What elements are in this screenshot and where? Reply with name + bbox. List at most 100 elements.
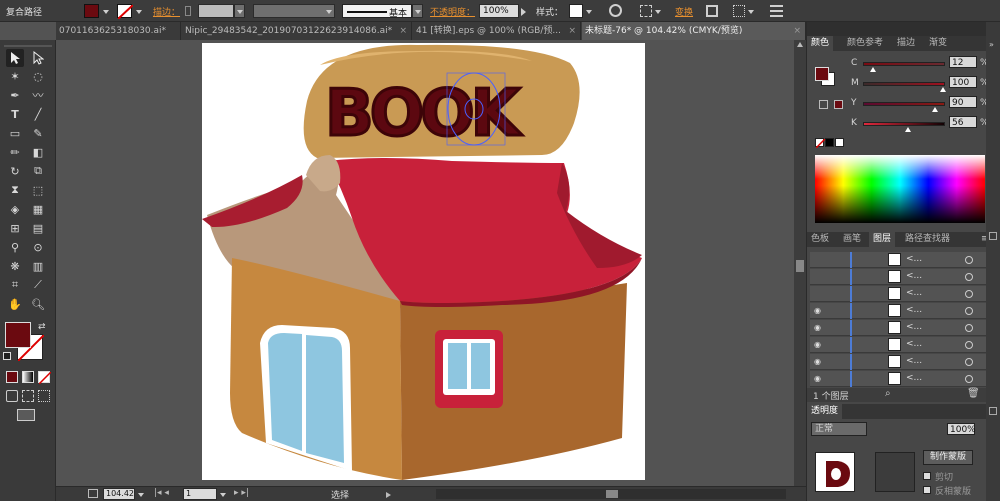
brush-style-dropdown-arrow[interactable] [412,4,423,18]
transparency-opacity-field[interactable]: 100% [947,423,976,435]
target-icon[interactable] [965,324,973,332]
channel-y-value[interactable]: 90 [949,96,977,108]
channel-m-slider[interactable] [863,82,945,86]
chevron-down-icon[interactable] [748,10,754,14]
draw-normal-icon[interactable] [6,390,18,402]
status-menu-arrow[interactable] [386,492,391,498]
pen-tool-icon[interactable]: ✒ [6,86,24,104]
fill-color-box[interactable] [5,322,31,348]
tab-swatches[interactable]: 色板 [807,232,833,247]
rectangle-tool-icon[interactable]: ▭ [6,124,24,142]
tab-layers[interactable]: 图层 [869,232,896,247]
gradient-tool-icon[interactable]: ▤ [29,219,47,237]
layer-row[interactable]: ◉ <... [810,337,987,353]
blend-mode-dropdown[interactable]: 正常 [811,422,867,436]
black-swatch[interactable] [825,138,834,147]
canvas-area[interactable]: BOOK [56,40,794,486]
symbol-sprayer-tool-icon[interactable]: ❋ [6,257,24,275]
eraser-tool-icon[interactable]: ◧ [29,143,47,161]
page-field[interactable]: 1 [183,488,217,500]
layer-row[interactable]: ◉ <... [810,303,987,319]
mesh-tool-icon[interactable]: ⊞ [6,219,24,237]
chevron-down-icon[interactable] [220,493,226,497]
arrange-icon[interactable] [733,5,745,17]
tab-document-1[interactable]: 0701163625318030.ai* [56,22,181,40]
gradient-mode-button[interactable] [22,371,34,383]
channel-k-thumb[interactable] [905,127,911,132]
trash-icon[interactable]: 🗑︎ [967,388,980,399]
channel-k-slider[interactable] [863,122,945,126]
type-tool-icon[interactable]: T [6,105,24,123]
curvature-tool-icon[interactable]: 〰 [29,86,47,104]
width-tool-icon[interactable]: ⧗ [6,181,24,199]
none-swatch[interactable] [815,138,826,149]
tab-brushes[interactable]: 画笔 [839,232,865,247]
tab-color[interactable]: 颜色 [807,36,834,51]
none-mode-button[interactable] [38,371,52,385]
style-swatch[interactable] [569,4,583,18]
color-fill-swatch[interactable] [815,67,829,81]
tab-document-active[interactable]: 未标题-76* @ 104.42% (CMYK/预览) × [582,22,806,40]
fill-swatch[interactable] [84,4,99,18]
stroke-weight-dropdown[interactable] [234,4,245,18]
locate-object-icon[interactable]: ⌕ [885,388,891,399]
scale-tool-icon[interactable]: ⧉ [29,162,47,180]
stroke-weight-field[interactable] [198,4,234,18]
eye-icon[interactable]: ◉ [814,374,821,383]
target-icon[interactable] [965,256,973,264]
chevron-down-icon[interactable] [586,10,592,14]
screen-mode-icon[interactable] [17,409,35,421]
rotate-tool-icon[interactable]: ↻ [6,162,24,180]
tab-color-guide[interactable]: 颜色参考 [843,36,887,51]
channel-y-slider[interactable] [863,102,945,106]
eye-icon[interactable]: ◉ [814,306,821,315]
first-page-icon[interactable]: |◂ ◂ [154,488,169,498]
make-mask-button[interactable]: 制作蒙版 [923,450,973,465]
close-icon[interactable]: × [793,22,801,40]
chevron-down-icon[interactable] [103,10,109,14]
white-swatch[interactable] [835,138,844,147]
slice-tool-icon[interactable]: ⟋ [29,276,47,294]
eyedropper-tool-icon[interactable]: ⚲ [6,238,24,256]
tab-document-3[interactable]: 41 [转换].eps @ 100% (RGB/预... × [413,22,581,40]
lasso-tool-icon[interactable]: ◌ [29,67,47,85]
export-icon[interactable] [88,489,98,498]
default-colors-icon[interactable] [3,352,11,360]
close-icon[interactable]: × [568,22,576,40]
panel-icon[interactable] [989,407,997,415]
artboard-tool-icon[interactable]: ⌗ [6,276,24,294]
horizontal-scrollbar[interactable] [436,489,786,499]
eye-icon[interactable]: ◉ [814,357,821,366]
layer-row[interactable]: <... [810,252,987,268]
zoom-field[interactable]: 104.42 [103,488,135,500]
tab-stroke[interactable]: 描边 [893,36,919,51]
swap-fill-stroke-icon[interactable]: ⇄ [38,322,46,332]
color-mode-button[interactable] [6,371,18,383]
tab-pathfinder[interactable]: 路径查找器 [901,232,954,247]
opacity-label[interactable]: 不透明度： [430,5,475,18]
column-graph-tool-icon[interactable]: ▥ [29,257,47,275]
color-spectrum[interactable] [815,155,985,223]
stroke-swatch[interactable] [117,4,134,20]
eye-icon[interactable]: ◉ [814,323,821,332]
invert-mask-checkbox[interactable] [923,486,931,494]
channel-k-value[interactable]: 56 [949,116,977,128]
direct-selection-tool-icon[interactable] [29,49,47,67]
artboard[interactable]: BOOK [202,43,645,480]
layer-row[interactable]: ◉ <... [810,371,987,387]
tab-gradient[interactable]: 渐变 [925,36,951,51]
variable-width-dropdown[interactable] [253,4,335,18]
selection-tool-icon[interactable] [6,49,24,67]
layer-row[interactable]: ◉ <... [810,354,987,370]
target-icon[interactable] [965,358,973,366]
target-icon[interactable] [965,273,973,281]
perspective-grid-tool-icon[interactable]: ▦ [29,200,47,218]
scroll-up-icon[interactable] [797,42,803,47]
magic-wand-tool-icon[interactable]: ✶ [6,67,24,85]
chevron-down-icon[interactable] [655,10,661,14]
target-icon[interactable] [965,290,973,298]
vertical-scrollbar[interactable] [794,40,806,486]
stroke-label[interactable]: 描边： [153,5,180,18]
mask-thumbnail[interactable] [875,452,915,492]
layer-row[interactable]: ◉ <... [810,320,987,336]
